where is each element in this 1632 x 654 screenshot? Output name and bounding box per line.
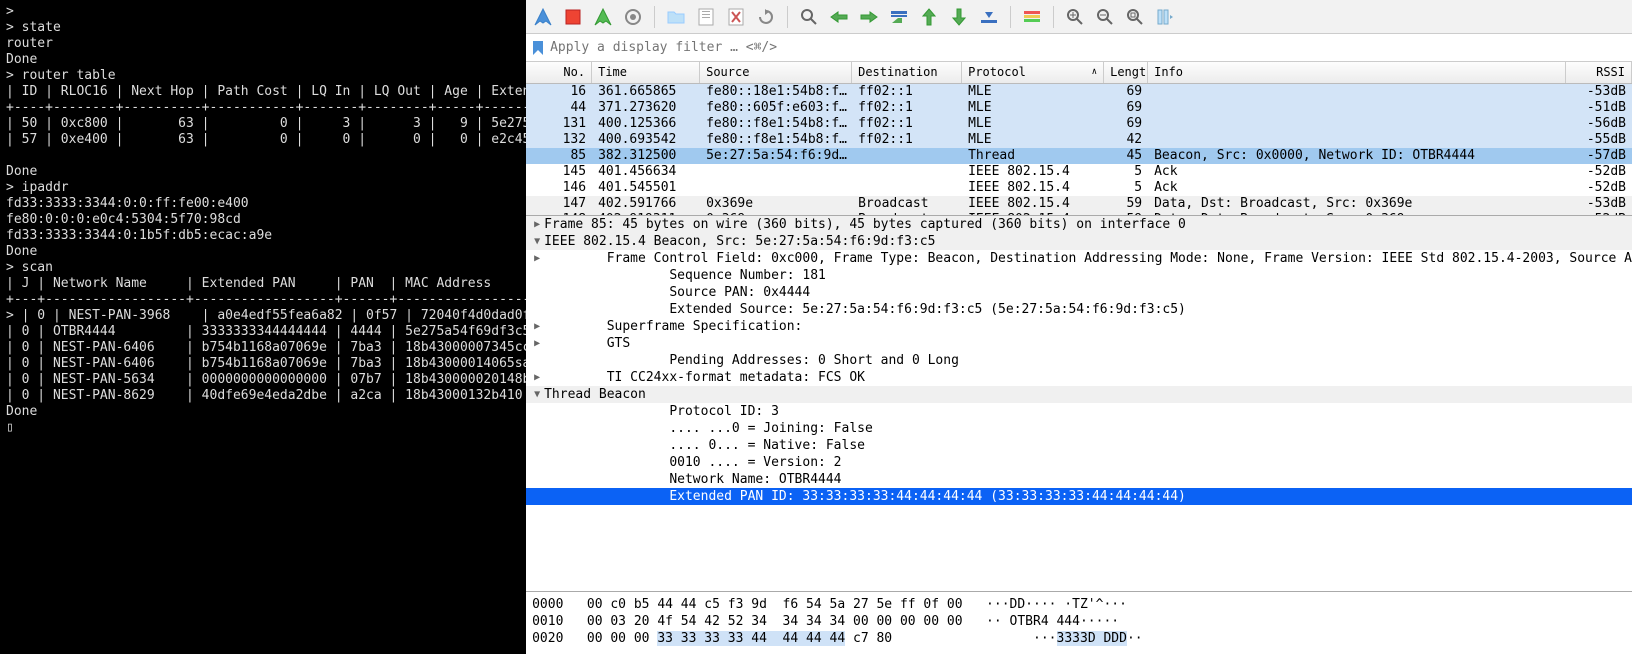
detail-row[interactable]: ▶ TI CC24xx-format metadata: FCS OK [526, 369, 1632, 386]
packet-bytes[interactable]: 0000 00 c0 b5 44 44 c5 f3 9d f6 54 5a 27… [526, 592, 1632, 654]
packet-row[interactable]: 132400.693542fe80::f8e1:54b8:f…ff02::1ML… [526, 132, 1632, 148]
zoom-out-icon[interactable] [1094, 6, 1116, 28]
col-rssi[interactable]: RSSI [1566, 62, 1632, 83]
zoom-reset-icon[interactable] [1124, 6, 1146, 28]
col-source[interactable]: Source [700, 62, 852, 83]
start-capture-icon[interactable] [532, 6, 554, 28]
reload-icon[interactable] [755, 6, 777, 28]
packet-row[interactable]: 131400.125366fe80::f8e1:54b8:f…ff02::1ML… [526, 116, 1632, 132]
options-icon[interactable] [622, 6, 644, 28]
terminal-pane[interactable]: > > state router Done > router table | I… [0, 0, 526, 654]
detail-row[interactable]: Network Name: OTBR4444 [526, 471, 1632, 488]
packet-row[interactable]: 16361.665865fe80::18e1:54b8:f…ff02::1MLE… [526, 84, 1632, 100]
packet-list-header: No. Time Source Destination Protocol∧ Le… [526, 62, 1632, 84]
detail-row[interactable]: .... 0... = Native: False [526, 437, 1632, 454]
open-file-icon[interactable] [665, 6, 687, 28]
detail-row[interactable]: ▼Thread Beacon [526, 386, 1632, 403]
packet-row[interactable]: 44371.273620fe80::605f:e603:f…ff02::1MLE… [526, 100, 1632, 116]
detail-row[interactable]: Extended Source: 5e:27:5a:54:f6:9d:f3:c5… [526, 301, 1632, 318]
filter-bar [526, 34, 1632, 62]
detail-row[interactable]: ▶ GTS [526, 335, 1632, 352]
packet-row[interactable]: 146401.545501IEEE 802.15.45Ack-52dB [526, 180, 1632, 196]
auto-scroll-icon[interactable] [978, 6, 1000, 28]
packet-list[interactable]: No. Time Source Destination Protocol∧ Le… [526, 62, 1632, 216]
detail-row[interactable]: ▶ Frame Control Field: 0xc000, Frame Typ… [526, 250, 1632, 267]
detail-row[interactable]: ▼IEEE 802.15.4 Beacon, Src: 5e:27:5a:54:… [526, 233, 1632, 250]
prev-icon[interactable] [828, 6, 850, 28]
go-last-icon[interactable] [948, 6, 970, 28]
save-icon[interactable] [695, 6, 717, 28]
detail-row[interactable]: .... ...0 = Joining: False [526, 420, 1632, 437]
col-protocol[interactable]: Protocol∧ [962, 62, 1104, 83]
terminal-output: > > state router Done > router table | I… [6, 4, 520, 436]
resize-columns-icon[interactable] [1154, 6, 1176, 28]
display-filter-input[interactable] [550, 37, 1628, 59]
detail-row[interactable]: Sequence Number: 181 [526, 267, 1632, 284]
detail-row[interactable]: ▶Frame 85: 45 bytes on wire (360 bits), … [526, 216, 1632, 233]
sort-asc-icon: ∧ [1092, 67, 1097, 78]
next-icon[interactable] [858, 6, 880, 28]
go-first-icon[interactable] [918, 6, 940, 28]
detail-row[interactable]: Extended PAN ID: 33:33:33:33:44:44:44:44… [526, 488, 1632, 505]
col-no[interactable]: No. [526, 62, 592, 83]
packet-details[interactable]: ▶Frame 85: 45 bytes on wire (360 bits), … [526, 216, 1632, 592]
packet-row[interactable]: 147402.5917660x369eBroadcastIEEE 802.15.… [526, 196, 1632, 212]
packet-row[interactable]: 85382.3125005e:27:5a:54:f6:9d…Thread45Be… [526, 148, 1632, 164]
restart-capture-icon[interactable] [592, 6, 614, 28]
detail-row[interactable]: Source PAN: 0x4444 [526, 284, 1632, 301]
find-icon[interactable] [798, 6, 820, 28]
bookmark-icon[interactable] [530, 40, 546, 56]
detail-row[interactable]: Protocol ID: 3 [526, 403, 1632, 420]
detail-row[interactable]: 0010 .... = Version: 2 [526, 454, 1632, 471]
stop-capture-icon[interactable] [562, 6, 584, 28]
jump-prev-icon[interactable] [888, 6, 910, 28]
detail-row[interactable]: ▶ Superframe Specification: [526, 318, 1632, 335]
zoom-in-icon[interactable] [1064, 6, 1086, 28]
col-info[interactable]: Info [1148, 62, 1566, 83]
toolbar [526, 0, 1632, 34]
col-time[interactable]: Time [592, 62, 700, 83]
wireshark-pane: No. Time Source Destination Protocol∧ Le… [526, 0, 1632, 654]
colorize-icon[interactable] [1021, 6, 1043, 28]
packet-row[interactable]: 145401.456634IEEE 802.15.45Ack-52dB [526, 164, 1632, 180]
close-file-icon[interactable] [725, 6, 747, 28]
col-dest[interactable]: Destination [852, 62, 962, 83]
col-length[interactable]: Length [1104, 62, 1148, 83]
detail-row[interactable]: Pending Addresses: 0 Short and 0 Long [526, 352, 1632, 369]
